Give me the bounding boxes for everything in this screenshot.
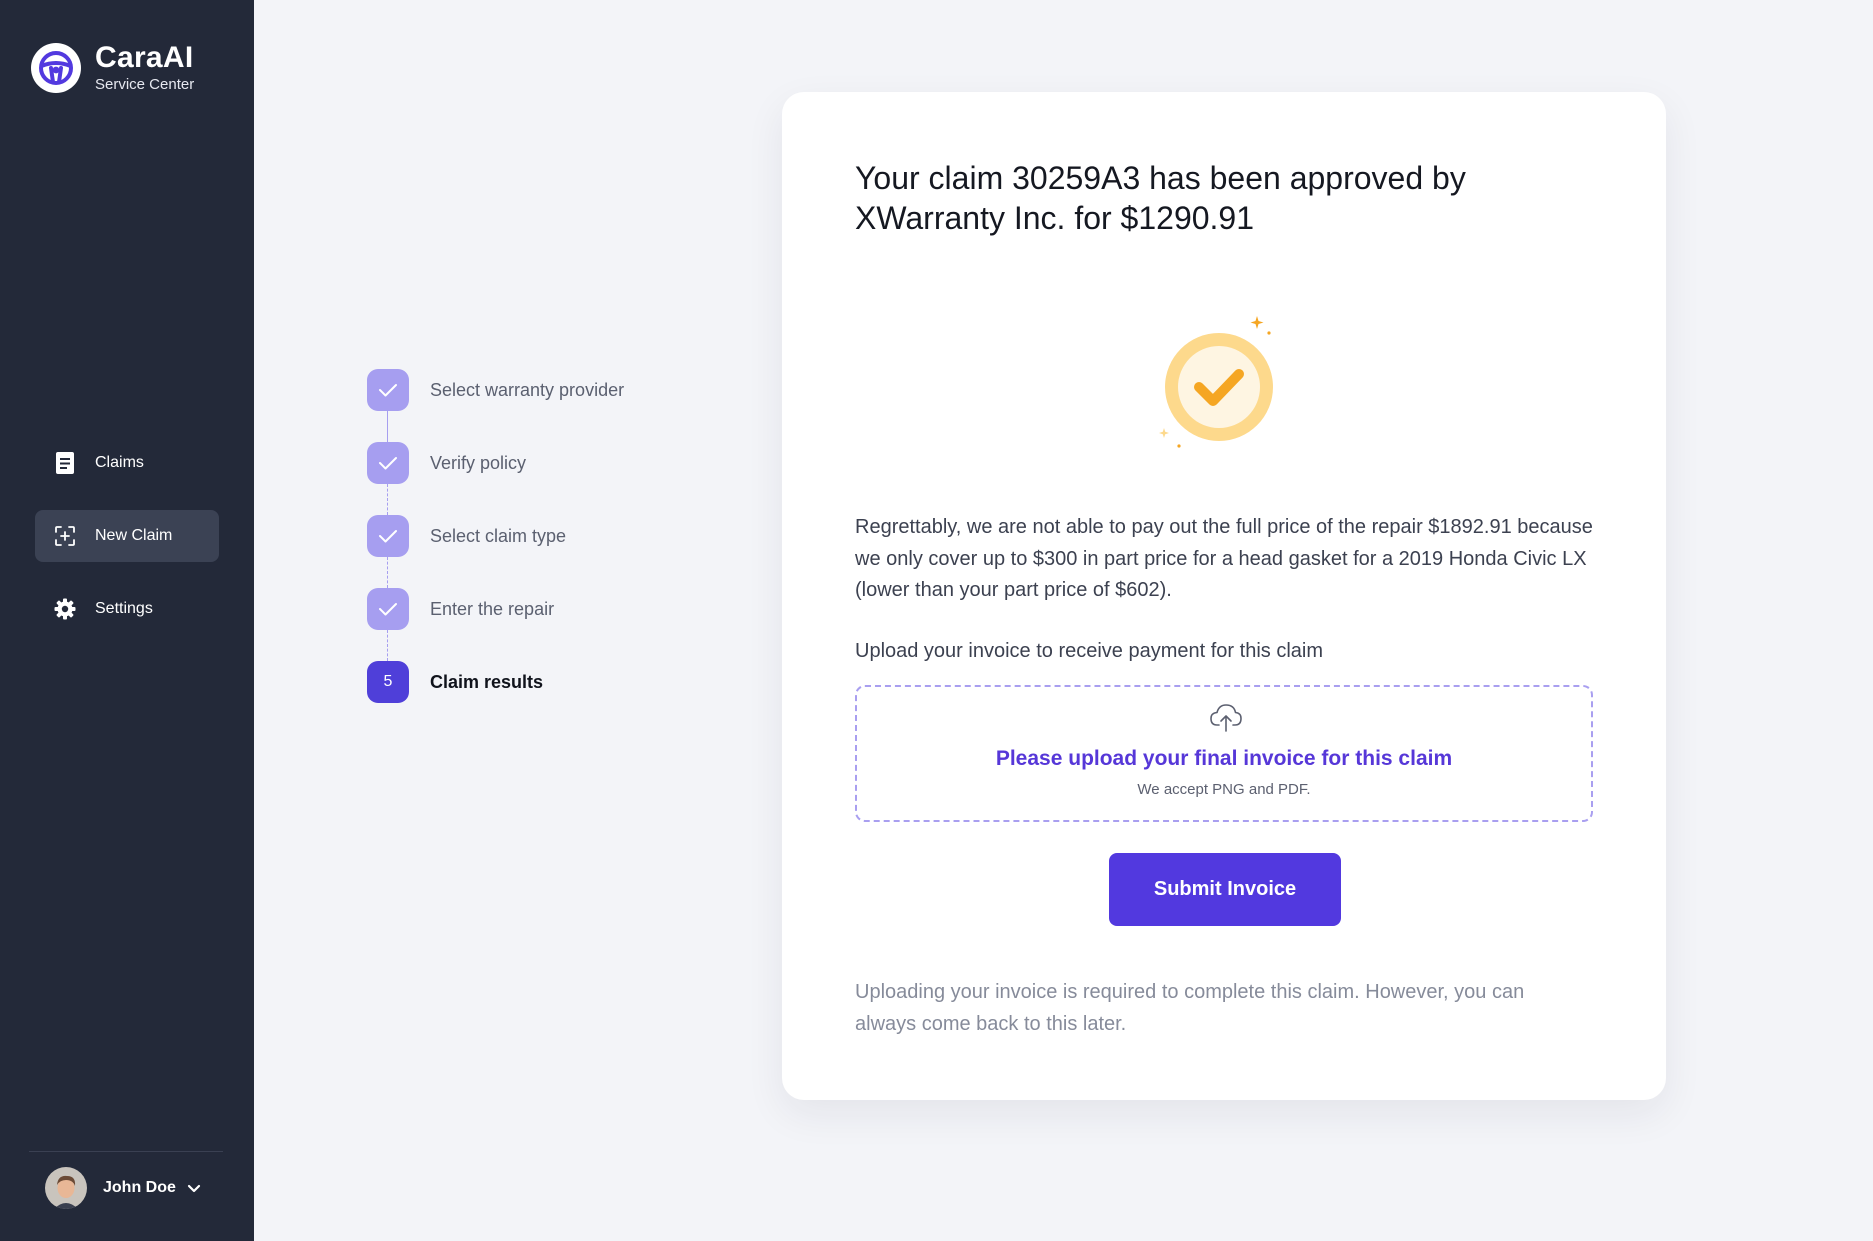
brand-subtitle: Service Center [95, 76, 195, 93]
step-connector [387, 630, 388, 661]
step-complete-badge [367, 442, 409, 484]
sidebar-item-label: Settings [95, 600, 153, 617]
gear-icon [54, 598, 76, 620]
step-connector [387, 411, 388, 442]
brand[interactable]: CaraAI Service Center [31, 42, 194, 94]
avatar [45, 1167, 87, 1209]
sidebar-item-label: New Claim [95, 527, 173, 544]
sidebar: CaraAI Service Center Claims New Claim S… [0, 0, 254, 1241]
user-menu[interactable]: John Doe [45, 1167, 202, 1209]
step-complete-badge [367, 588, 409, 630]
claim-approval-title: Your claim 30259A3 has been approved by … [855, 160, 1466, 236]
sidebar-item-new-claim[interactable]: New Claim [35, 510, 219, 562]
document-icon [54, 452, 76, 474]
step-connector [387, 484, 388, 515]
step-label: Claim results [430, 672, 544, 692]
brand-text: CaraAI Service Center [95, 42, 194, 94]
sidebar-item-claims[interactable]: Claims [35, 437, 219, 489]
dropzone-title: Please upload your final invoice for thi… [995, 747, 1453, 770]
check-icon [379, 530, 397, 543]
check-icon [379, 603, 397, 616]
divider [29, 1151, 223, 1152]
step-label: Select warranty provider [430, 380, 625, 400]
invoice-upload-dropzone[interactable]: Please upload your final invoice for thi… [855, 685, 1593, 822]
step-enter-the-repair[interactable]: Enter the repair [367, 588, 624, 661]
steering-wheel-icon [31, 43, 81, 93]
claim-stepper: Select warranty provider Verify policy S… [367, 369, 624, 734]
check-icon [379, 457, 397, 470]
step-verify-policy[interactable]: Verify policy [367, 442, 624, 515]
dropzone-subtitle: We accept PNG and PDF. [1137, 781, 1311, 798]
step-select-warranty-provider[interactable]: Select warranty provider [367, 369, 624, 442]
approved-check-badge-icon [1159, 316, 1273, 448]
step-claim-results[interactable]: 5 Claim results [367, 661, 624, 734]
chevron-down-icon[interactable] [186, 1180, 202, 1196]
user-name: John Doe [103, 1179, 176, 1196]
step-complete-badge [367, 369, 409, 411]
brand-name: CaraAI [95, 41, 194, 74]
step-label: Enter the repair [430, 599, 555, 619]
claim-explanation: Regrettably, we are not able to pay out … [855, 516, 1593, 601]
scan-frame-icon [54, 525, 76, 547]
submit-invoice-button[interactable]: Submit Invoice [1109, 853, 1341, 926]
cloud-upload-icon [1210, 704, 1242, 732]
step-number-badge: 5 [367, 661, 409, 703]
invoice-footnote: Uploading your invoice is required to co… [855, 981, 1525, 1035]
step-select-claim-type[interactable]: Select claim type [367, 515, 624, 588]
step-label: Verify policy [430, 453, 527, 473]
sidebar-item-settings[interactable]: Settings [35, 583, 219, 635]
sidebar-item-label: Claims [95, 454, 144, 471]
sidebar-nav: Claims New Claim Settings [35, 437, 219, 656]
claim-result-card: Your claim 30259A3 has been approved by … [782, 92, 1666, 1100]
step-connector [387, 557, 388, 588]
upload-instructions: Upload your invoice to receive payment f… [855, 640, 1323, 662]
step-complete-badge [367, 515, 409, 557]
check-icon [379, 384, 397, 397]
step-label: Select claim type [430, 526, 567, 546]
